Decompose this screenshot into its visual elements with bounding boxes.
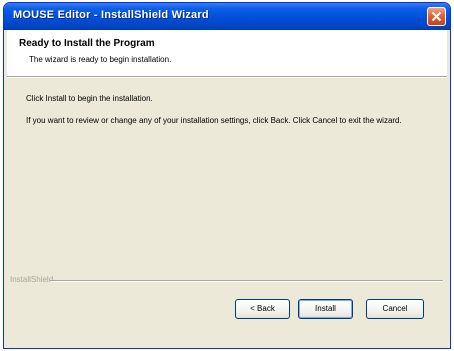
page-subtitle: The wizard is ready to begin installatio…	[29, 55, 172, 64]
title-bar[interactable]: MOUSE Editor - InstallShield Wizard	[4, 3, 450, 30]
installshield-brand: InstallShield	[10, 275, 54, 284]
close-button[interactable]	[427, 7, 446, 26]
window-title: MOUSE Editor - InstallShield Wizard	[13, 9, 209, 21]
page-title: Ready to Install the Program	[19, 38, 155, 49]
instruction-text: Click Install to begin the installation.	[26, 94, 153, 103]
back-button[interactable]: < Back	[235, 299, 290, 319]
footer-divider	[50, 280, 443, 281]
review-text: If you want to review or change any of y…	[26, 116, 402, 125]
installer-window: MOUSE Editor - InstallShield Wizard Read…	[3, 2, 451, 349]
header-panel: Ready to Install the Program The wizard …	[7, 30, 447, 77]
close-icon	[431, 11, 442, 22]
header-divider	[7, 77, 447, 78]
cancel-button[interactable]: Cancel	[366, 299, 424, 319]
install-button[interactable]: Install	[298, 299, 353, 319]
